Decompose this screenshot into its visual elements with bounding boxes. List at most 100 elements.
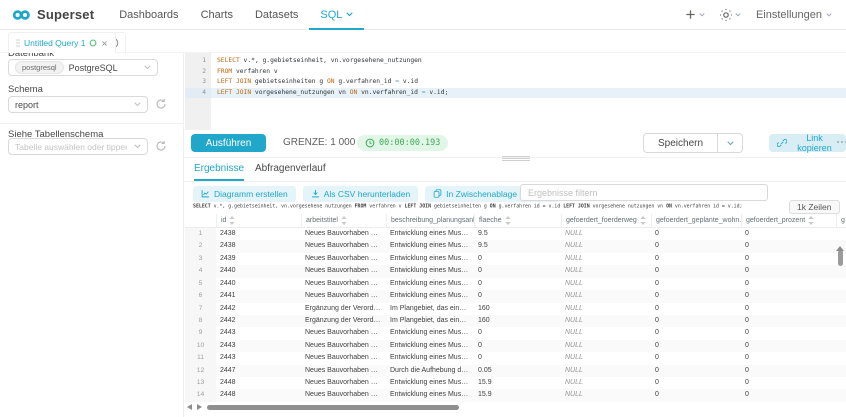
new-item-button[interactable] [685,9,705,20]
scroll-left-icon[interactable] [187,404,192,410]
table-cell: 2441 [216,290,301,302]
table-row: 12438Neues Bauvorhaben Mustersta...Entwi… [185,228,846,240]
column-header-beschreibung-planungsanl[interactable]: beschreibung_planungsanl... [386,214,474,227]
table-cell: Im Plangebiet, das einen Teilber... [386,303,474,315]
tab-ergebnisse[interactable]: Ergebnisse [194,163,244,174]
vertical-scrollbar[interactable] [836,229,844,389]
gutter-line-number: 3 [185,77,211,88]
settings-menu[interactable]: Einstellungen [756,9,832,21]
superset-brand[interactable]: Superset [0,7,104,22]
copy-link-button[interactable]: Link kopieren [769,134,846,152]
table-cell: 0 [474,340,561,352]
table-cell: Neues Bauvorhaben Mustersta... [301,352,386,364]
table-cell: 0 [651,315,741,327]
query-tab[interactable]: Untitled Query 1 [8,32,116,53]
run-query-button[interactable]: Ausführen [191,134,266,152]
table-row: 72442Ergänzung der Verordnungen, ...Im P… [185,303,846,315]
refresh-tables-icon[interactable] [155,140,167,152]
limit-dropdown[interactable]: GRENZE: 1 000 [283,137,368,148]
table-cell: Neues Bauvorhaben Mustersta... [301,327,386,339]
tab-abfragenverlauf[interactable]: Abfragenverlauf [255,163,326,174]
schema-label: Schema [8,84,43,95]
chart-icon [201,189,210,198]
create-chart-button[interactable]: Diagramm erstellen [193,186,296,202]
nav-item-charts[interactable]: Charts [190,0,244,30]
table-cell: 0 [741,377,836,389]
save-options-caret[interactable] [718,133,743,153]
vertical-scroll-thumb[interactable] [838,250,843,266]
column-header-g[interactable]: g [836,214,846,227]
nav-item-sql[interactable]: SQL [309,0,364,30]
column-header-flaeche[interactable]: flaeche [474,214,561,227]
table-cell: Entwicklung eines Mustergebäud... [386,278,474,290]
column-header-gefoerdert-prozent[interactable]: gefoerdert_prozent [741,214,836,227]
table-cell: Neues Bauvorhaben Mustersta... [301,290,386,302]
row-number-cell: 8 [185,315,216,327]
database-select[interactable]: postgresql PostgreSQL [8,59,158,76]
refresh-schema-icon[interactable] [155,98,167,110]
scroll-right-icon[interactable] [197,404,202,410]
schema-value: report [15,100,39,110]
table-row: 102443Neues Bauvorhaben Mustersta...Entw… [185,340,846,352]
table-cell: Entwicklung eines Mustergebäud... [386,327,474,339]
table-cell: 2448 [216,389,301,401]
sql-editor[interactable]: 1234 SELECT v.*, g.gebietseinheit, vn.vo… [185,53,846,130]
table-cell: 0 [741,240,836,252]
chevron-down-icon [735,13,741,17]
query-state-icon [89,39,97,47]
row-number-cell: 5 [185,278,216,290]
code-line: SELECT v.*, g.gebietseinheit, vn.vorgese… [211,56,846,67]
gutter-line-number: 4 [185,88,211,99]
chevron-down-icon [144,65,151,70]
nav-item-datasets[interactable]: Datasets [244,0,309,30]
column-header-gefoerdert-geplante-wohn[interactable]: gefoerdert_geplante_wohn... [651,214,741,227]
save-button[interactable]: Speichern [643,133,718,153]
save-split-button: Speichern [643,133,743,153]
table-cell: Ergänzung der Verordnungen, ... [301,303,386,315]
editor-code: SELECT v.*, g.gebietseinheit, vn.vorgese… [211,56,846,98]
table-cell: Entwicklung eines Mustergebäud... [386,253,474,265]
table-cell: Im Plangebiet, das einen Teilber... [386,315,474,327]
table-cell: 0 [741,290,836,302]
filter-results-input[interactable] [520,184,768,201]
gear-icon [720,9,732,21]
settings-gear-button[interactable] [720,9,741,21]
table-cell: NULL [561,278,651,290]
column-header-gefoerdert-foerderweg[interactable]: gefoerdert_foerderweg [561,214,651,227]
clock-icon [365,138,375,148]
table-cell: Neues Bauvorhaben Mustersta... [301,377,386,389]
download-csv-button[interactable]: Als CSV herunterladen [303,186,418,202]
table-row: 52440Neues Bauvorhaben Mustersta...Entwi… [185,278,846,290]
table-cell: NULL [561,240,651,252]
more-actions-button[interactable] [837,141,846,143]
table-cell: 0 [741,340,836,352]
table-cell: 0 [651,327,741,339]
table-cell: 0 [651,352,741,364]
results-tabs: Ergebnisse Abfragenverlauf [185,158,846,182]
table-cell: NULL [561,303,651,315]
table-cell: NULL [561,228,651,240]
table-cell: 15.9 [474,377,561,389]
table-cell: 0 [741,228,836,240]
table-cell: Entwicklung eines Mustergebäud... [386,352,474,364]
horizontal-scroll-thumb[interactable] [207,405,459,410]
chevron-down-icon [134,144,141,149]
schema-select[interactable]: report [8,96,148,113]
drag-handle-icon [16,39,20,47]
table-cell: Neues Bauvorhaben Mustersta... [301,253,386,265]
horizontal-scrollbar[interactable] [187,404,842,411]
scroll-up-icon[interactable] [836,229,844,251]
table-cell: 0 [651,265,741,277]
close-tab-icon[interactable] [101,40,108,47]
table-select[interactable]: Tabelle auswählen oder tippen, um Tabell… [8,138,148,155]
table-cell: NULL [561,315,651,327]
row-number-cell: 12 [185,365,216,377]
column-header-arbeitstitel[interactable]: arbeitstitel [301,214,386,227]
nav-item-dashboards[interactable]: Dashboards [108,0,189,30]
superset-logo-icon [12,9,31,21]
table-cell: 0 [651,340,741,352]
table-cell: 0 [474,327,561,339]
table-cell: 2442 [216,303,301,315]
copy-icon [433,189,442,198]
column-header-id[interactable]: id [216,214,301,227]
